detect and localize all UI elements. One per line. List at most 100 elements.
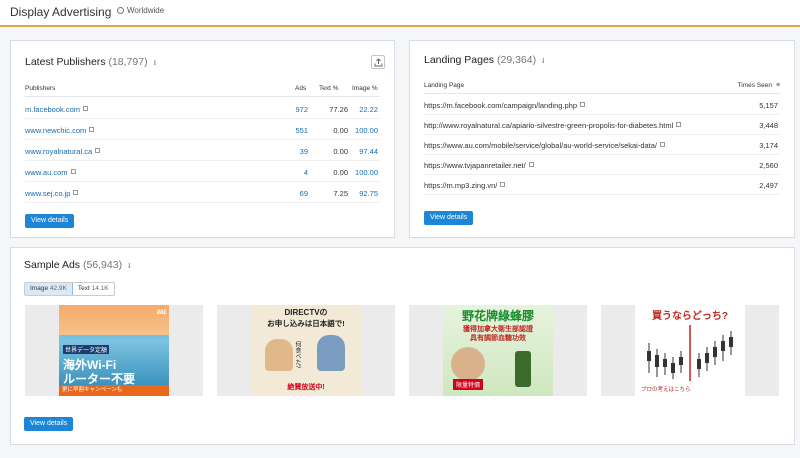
times-seen: 3,174 bbox=[759, 141, 778, 150]
publisher-link[interactable]: www.newchic.com bbox=[25, 126, 95, 135]
landing-url-text[interactable]: https://www.au.com/mobile/service/global… bbox=[424, 141, 657, 150]
geo-selector[interactable]: Worldwide bbox=[117, 6, 164, 15]
ads-count[interactable]: 69 bbox=[300, 189, 308, 198]
landing-url-text[interactable]: https://m.mp3.zing.vn/ bbox=[424, 181, 497, 190]
ad-image-chart[interactable]: 買うならどっち? プロの考えはこちら bbox=[635, 305, 745, 396]
page-title: Display Advertising bbox=[10, 5, 112, 19]
publisher-link[interactable]: www.sej.co.jp bbox=[25, 189, 79, 198]
publishers-title: Latest Publishers (18,797) ℹ bbox=[25, 56, 156, 68]
ad-headline: お申し込みは日本語で! bbox=[267, 319, 345, 328]
export-icon bbox=[374, 58, 383, 67]
tab-text[interactable]: Text 14.1K bbox=[73, 283, 114, 295]
publisher-name[interactable]: m.facebook.com bbox=[25, 105, 80, 114]
table-row: m.facebook.com 972 77.26 22.22 bbox=[25, 99, 380, 119]
publisher-name[interactable]: www.au.com bbox=[25, 168, 68, 177]
landing-url[interactable]: https://www.au.com/mobile/service/global… bbox=[424, 141, 666, 150]
info-icon[interactable]: ℹ bbox=[154, 59, 157, 67]
text-percent: 0.00 bbox=[333, 126, 348, 135]
landing-count: (29,364) bbox=[496, 54, 537, 66]
ad-brand: au bbox=[156, 307, 166, 316]
ad-headline: 買うならどっち? bbox=[651, 311, 729, 322]
text-percent: 0.00 bbox=[333, 168, 348, 177]
col-text-percent[interactable]: Text % bbox=[319, 85, 339, 92]
ad-image-au[interactable]: au 世界データ定額 海外Wi-Fi ルーター不要 更に早割キャンペーンも bbox=[59, 305, 169, 396]
view-details-button[interactable]: View details bbox=[424, 211, 474, 225]
image-percent[interactable]: 100.00 bbox=[355, 168, 378, 177]
times-seen: 3,448 bbox=[759, 121, 778, 130]
sort-icon[interactable]: ≡ bbox=[776, 82, 780, 89]
publisher-link[interactable]: www.au.com bbox=[25, 168, 76, 177]
publisher-name[interactable]: www.royalnatural.ca bbox=[25, 147, 92, 156]
image-percent[interactable]: 92.75 bbox=[359, 189, 378, 198]
ad-text: 何食べた? bbox=[294, 341, 300, 369]
ads-count[interactable]: 4 bbox=[304, 168, 308, 177]
times-seen: 2,560 bbox=[759, 161, 778, 170]
geo-label: Worldwide bbox=[127, 6, 165, 15]
info-icon[interactable]: ℹ bbox=[128, 262, 131, 270]
external-link-icon bbox=[660, 142, 666, 147]
sample-ad-card[interactable]: 買うならどっち? プロの考えはこちら bbox=[601, 305, 779, 396]
external-link-icon bbox=[73, 190, 79, 195]
landing-url[interactable]: https://m.mp3.zing.vn/ bbox=[424, 181, 506, 190]
publisher-link[interactable]: m.facebook.com bbox=[25, 105, 89, 114]
ads-count[interactable]: 972 bbox=[295, 105, 308, 114]
landing-url-text[interactable]: http://www.royalnatural.ca/apiario-silve… bbox=[424, 121, 673, 130]
col-landing-page[interactable]: Landing Page bbox=[424, 82, 464, 89]
ad-badge: 限量特價 bbox=[453, 379, 484, 390]
sample-ads-title: Sample Ads (56,943) ℹ bbox=[24, 259, 131, 271]
ads-count[interactable]: 551 bbox=[295, 126, 308, 135]
publisher-name[interactable]: www.newchic.com bbox=[25, 126, 86, 135]
table-row: https://m.mp3.zing.vn/ 2,497 bbox=[424, 175, 780, 195]
table-row: www.sej.co.jp 69 7.25 92.75 bbox=[25, 183, 380, 203]
page-header: Display Advertising Worldwide bbox=[0, 0, 800, 27]
ad-footer: 絶賛放送中! bbox=[287, 384, 325, 391]
text-percent: 7.25 bbox=[333, 189, 348, 198]
col-ads[interactable]: Ads bbox=[295, 85, 306, 92]
view-details-button[interactable]: View details bbox=[25, 214, 75, 228]
publishers-title-text: Latest Publishers bbox=[25, 56, 106, 68]
sample-ad-card[interactable]: au 世界データ定額 海外Wi-Fi ルーター不要 更に早割キャンペーンも bbox=[25, 305, 203, 396]
ad-image-propolis[interactable]: 野花牌綠蜂膠 獲得加拿大衛生部認證 具有調節血糖功效 限量特價 bbox=[443, 305, 553, 396]
latest-publishers-panel: Latest Publishers (18,797) ℹ Publishers … bbox=[10, 40, 395, 238]
globe-icon bbox=[117, 7, 124, 14]
col-image-percent[interactable]: Image % bbox=[352, 85, 378, 92]
image-percent[interactable]: 100.00 bbox=[355, 126, 378, 135]
tab-text-label: Text bbox=[77, 285, 90, 292]
landing-pages-panel: Landing Pages (29,364) ℹ Landing Page Ti… bbox=[409, 40, 795, 238]
landing-url[interactable]: https://www.tvjapanretailer.net/ bbox=[424, 161, 534, 170]
image-percent[interactable]: 97.44 bbox=[359, 147, 378, 156]
ad-headline: 野花牌綠蜂膠 bbox=[461, 309, 534, 323]
landing-url[interactable]: https://m.facebook.com/campaign/landing.… bbox=[424, 101, 586, 110]
publisher-name[interactable]: www.sej.co.jp bbox=[25, 189, 70, 198]
landing-url-text[interactable]: https://m.facebook.com/campaign/landing.… bbox=[424, 101, 577, 110]
ad-person bbox=[317, 335, 345, 371]
tab-text-count: 14.1K bbox=[91, 285, 109, 292]
ad-sky bbox=[59, 305, 169, 335]
ad-type-tabs: Image 42.9K Text 14.1K bbox=[24, 282, 115, 296]
tab-image-count: 42.9K bbox=[49, 285, 67, 292]
tab-image-label: Image bbox=[30, 285, 49, 292]
col-times-seen[interactable]: Times Seen bbox=[738, 82, 772, 89]
view-details-button[interactable]: View details bbox=[24, 417, 74, 431]
col-publishers[interactable]: Publishers bbox=[25, 85, 55, 92]
info-icon[interactable]: ℹ bbox=[542, 57, 545, 65]
export-button[interactable] bbox=[371, 55, 385, 69]
sample-ad-card[interactable]: DIRECTVの お申し込みは日本語で! 何食べた? 絶賛放送中! bbox=[217, 305, 395, 396]
table-row: www.royalnatural.ca 39 0.00 97.44 bbox=[25, 141, 380, 161]
ad-text: 具有調節血糖功效 bbox=[470, 335, 526, 342]
candlestick-graphic bbox=[647, 325, 733, 381]
external-link-icon bbox=[500, 182, 506, 187]
landing-url-text[interactable]: https://www.tvjapanretailer.net/ bbox=[424, 161, 526, 170]
ad-footer: プロの考えはこちら bbox=[641, 387, 691, 393]
ad-image-directv[interactable]: DIRECTVの お申し込みは日本語で! 何食べた? 絶賛放送中! bbox=[251, 305, 361, 396]
sample-ads-count: (56,943) bbox=[82, 259, 123, 271]
landing-url[interactable]: http://www.royalnatural.ca/apiario-silve… bbox=[424, 121, 682, 130]
external-link-icon bbox=[95, 148, 101, 153]
ad-headline: DIRECTVの bbox=[284, 308, 328, 317]
ads-count[interactable]: 39 bbox=[300, 147, 308, 156]
image-percent[interactable]: 22.22 bbox=[359, 105, 378, 114]
times-seen: 5,157 bbox=[759, 101, 778, 110]
sample-ad-card[interactable]: 野花牌綠蜂膠 獲得加拿大衛生部認證 具有調節血糖功效 限量特價 bbox=[409, 305, 587, 396]
publisher-link[interactable]: www.royalnatural.ca bbox=[25, 147, 101, 156]
tab-image[interactable]: Image 42.9K bbox=[25, 283, 73, 295]
